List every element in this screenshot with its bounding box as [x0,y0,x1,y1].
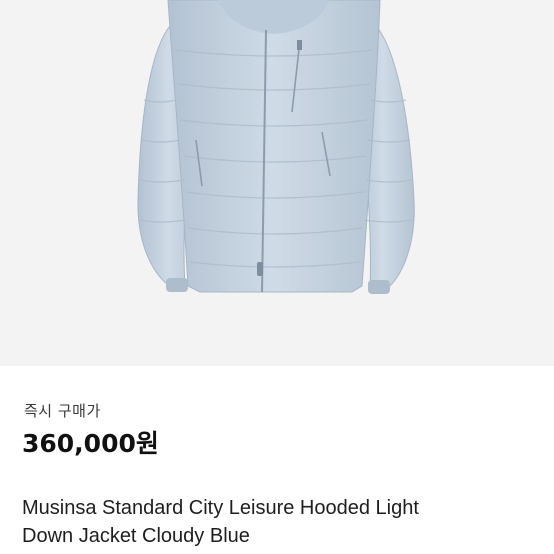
product-title-line-1: Musinsa Standard City Leisure Hooded Lig… [22,497,419,519]
product-info-panel: 즉시 구매가 360,000원 Musinsa Standard City Le… [0,366,554,554]
jacket-illustration [137,0,415,294]
product-title[interactable]: Musinsa Standard City Leisure Hooded Lig… [22,494,542,550]
price: 360,000원 [22,429,159,458]
instant-buy-label: 즉시 구매가 [24,402,101,420]
product-image[interactable] [0,0,554,366]
product-title-line-2: Down Jacket Cloudy Blue [22,525,250,547]
